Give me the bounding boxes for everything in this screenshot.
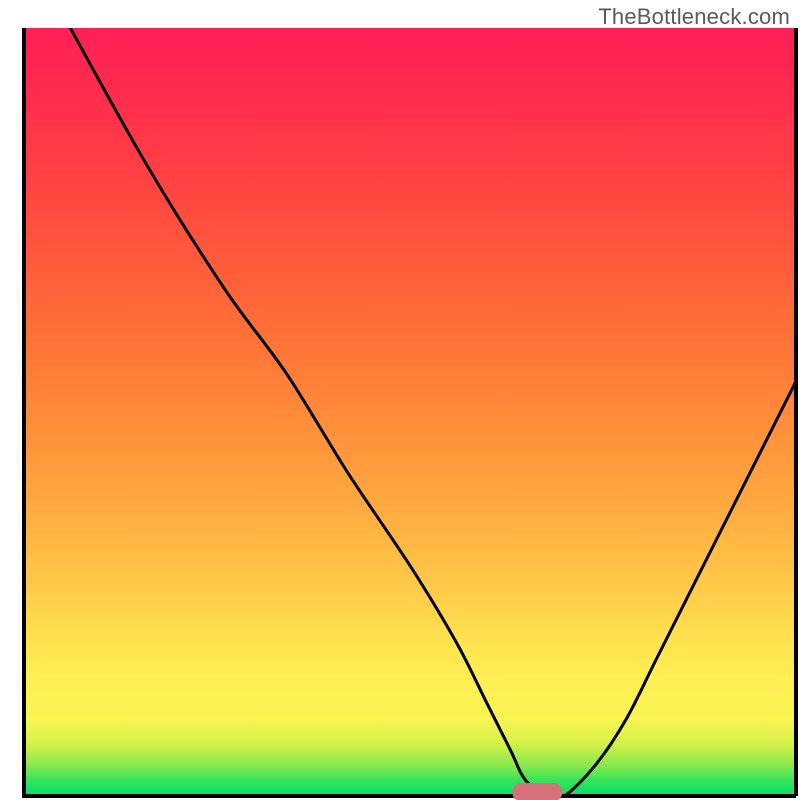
- watermark-text: TheBottleneck.com: [598, 4, 790, 30]
- gradient-background: [24, 28, 796, 796]
- optimal-point-marker: [512, 783, 562, 800]
- bottleneck-chart: TheBottleneck.com: [0, 0, 800, 800]
- chart-svg: [0, 0, 800, 800]
